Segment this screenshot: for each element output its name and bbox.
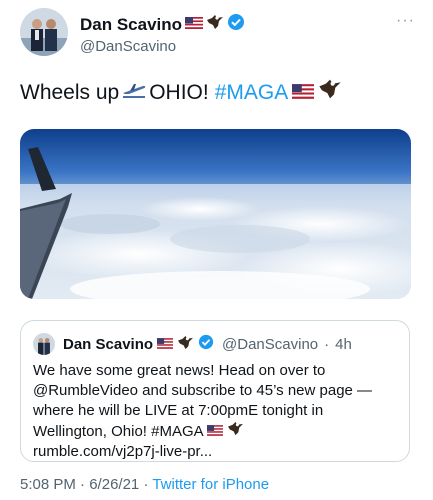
quoted-link[interactable]: rumble.com/vj2p7j-live-pr... <box>33 442 397 462</box>
separator-dot: · <box>143 476 149 493</box>
verified-badge-icon <box>227 13 245 36</box>
airplane-departure-icon <box>121 80 147 106</box>
quoted-line-1: We have some great news! Head on over to <box>33 362 326 379</box>
quoted-line-3: where he will be LIVE at 7:00pmE tonight… <box>33 402 324 419</box>
tweet-text-part2: OHIO! <box>149 80 209 104</box>
eagle-icon <box>318 78 342 107</box>
author-name[interactable]: Dan Scavino <box>80 15 182 35</box>
tweet-footer: 5:08 PM · 6/26/21 · Twitter for iPhone <box>20 476 269 493</box>
quoted-author-avatar <box>33 333 55 355</box>
quoted-author-name: Dan Scavino <box>63 335 154 353</box>
us-flag-icon <box>185 16 204 34</box>
separator-dot: · <box>80 476 86 493</box>
eagle-icon <box>177 335 194 354</box>
quoted-line-4: Wellington, Ohio! #MAGA <box>33 421 397 442</box>
tweet-media-image[interactable] <box>20 129 411 299</box>
quoted-tweet[interactable]: Dan Scavino @DanScavino · 4h We have som… <box>20 320 410 462</box>
us-flag-icon <box>206 423 223 440</box>
more-options-button[interactable]: ··· <box>396 12 415 30</box>
us-flag-icon <box>157 336 174 353</box>
us-flag-icon <box>292 80 315 106</box>
quoted-tweet-text: We have some great news! Head on over to… <box>33 361 397 462</box>
verified-badge-icon <box>198 334 214 354</box>
hashtag-link[interactable]: #MAGA <box>215 80 289 106</box>
author-handle[interactable]: @DanScavino <box>80 38 176 55</box>
tweet-header: Dan Scavino @DanScavino ··· <box>20 8 417 60</box>
quoted-author-handle: @DanScavino <box>222 335 319 353</box>
tweet-text: Wheels up OHIO! #MAGA <box>20 78 417 107</box>
quoted-line-4-text: Wellington, Ohio! #MAGA <box>33 423 203 440</box>
quoted-time: 4h <box>335 335 352 353</box>
tweet-source-link[interactable]: Twitter for iPhone <box>152 476 269 493</box>
quoted-line-2: @RumbleVideo and subscribe to 45’s new p… <box>33 382 373 399</box>
separator-dot: · <box>324 335 330 353</box>
eagle-icon <box>227 421 244 440</box>
eagle-icon <box>206 14 224 35</box>
tweet-time[interactable]: 5:08 PM <box>20 476 76 493</box>
tweet-text-part1: Wheels up <box>20 80 120 104</box>
author-avatar[interactable] <box>20 8 68 56</box>
tweet-date[interactable]: 6/26/21 <box>89 476 139 493</box>
